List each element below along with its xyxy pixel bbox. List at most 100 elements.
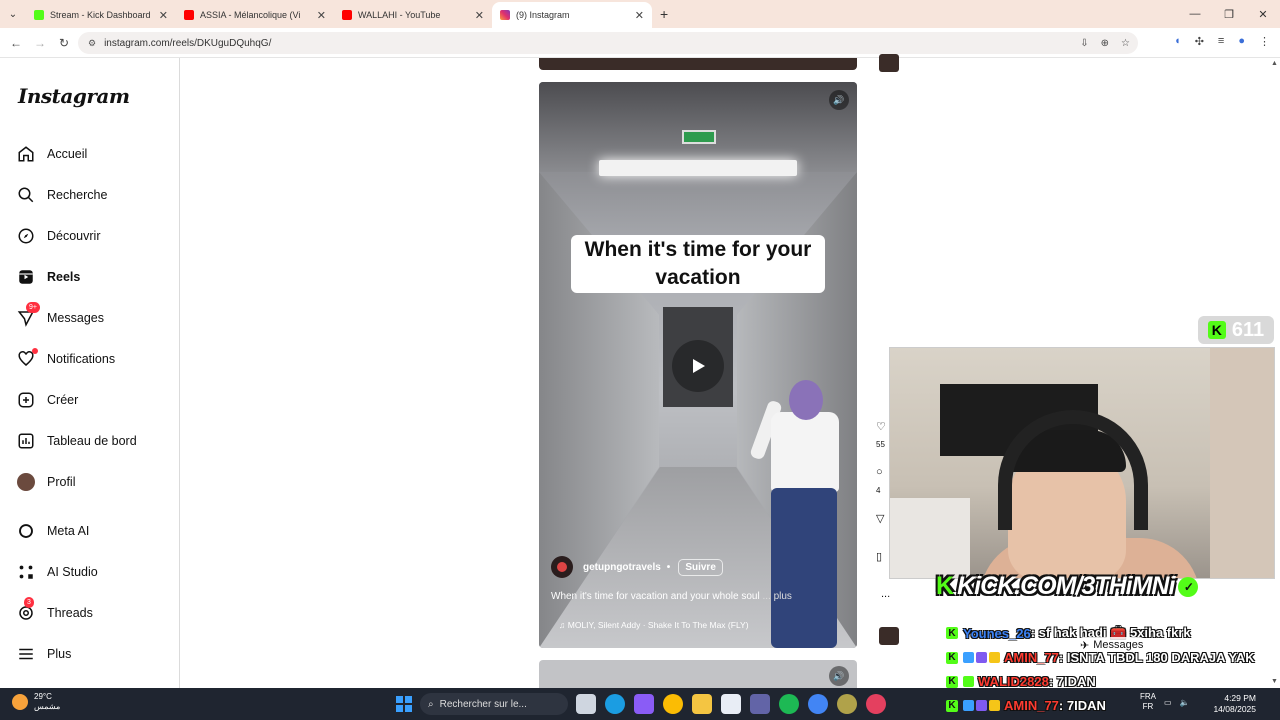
- sidebar-item-meta-ai[interactable]: Meta AI: [16, 519, 89, 543]
- close-tab-icon[interactable]: ✕: [317, 9, 326, 22]
- address-bar[interactable]: ⚙ instagram.com/reels/DKUguDQuhqG/ ⇩ ⊕ ☆: [78, 32, 1138, 54]
- copilot-icon[interactable]: [634, 694, 654, 714]
- chrome-icon[interactable]: [663, 694, 683, 714]
- restore-icon[interactable]: ❐: [1212, 0, 1246, 28]
- scroll-down-icon[interactable]: ▼: [1271, 678, 1278, 685]
- sidebar-item-messages[interactable]: 9+ Messages: [16, 302, 104, 330]
- sidebar-item-decouvrir[interactable]: Découvrir: [16, 224, 101, 248]
- instagram-logo[interactable]: Instagram: [18, 84, 130, 108]
- page-scrollbar[interactable]: ▲ ▼: [1270, 58, 1280, 688]
- sidebar-item-ai-studio[interactable]: AI Studio: [16, 560, 98, 584]
- sidebar-item-threads[interactable]: 3 Threads: [16, 597, 93, 625]
- store-icon[interactable]: [721, 694, 741, 714]
- forward-icon[interactable]: →: [28, 36, 52, 50]
- windows-start-icon[interactable]: [396, 696, 412, 712]
- reel-video[interactable]: When it's time for your vacation 🔊 getup…: [539, 82, 857, 648]
- app-icon[interactable]: [866, 694, 886, 714]
- plus-square-icon: [16, 390, 36, 410]
- audio-thumbnail[interactable]: [879, 627, 899, 645]
- browser-tab-instagram[interactable]: (9) Instagram ✕: [492, 2, 652, 28]
- reels-icon: [16, 267, 36, 287]
- sidebar-item-notifications[interactable]: Notifications: [16, 347, 115, 371]
- comment-count: 4: [876, 486, 881, 495]
- browser-menu-icon[interactable]: ⋮: [1259, 35, 1270, 48]
- install-app-icon[interactable]: ⇩: [1080, 38, 1088, 49]
- heart-icon: ♡: [876, 421, 886, 433]
- viewer-count: 611: [1231, 318, 1265, 341]
- sidebar-item-creer[interactable]: Créer: [16, 388, 78, 412]
- instagram-favicon-icon: [500, 10, 510, 20]
- more-link[interactable]: ... plus: [762, 591, 791, 602]
- previous-reel[interactable]: [539, 58, 857, 70]
- app-icon[interactable]: [837, 694, 857, 714]
- new-tab-icon[interactable]: +: [660, 6, 668, 22]
- follow-button[interactable]: Suivre: [678, 558, 723, 576]
- edge-icon[interactable]: [605, 694, 625, 714]
- reel-music[interactable]: ♫ MOLIY, Silent Addy · Shake It To The M…: [559, 620, 749, 630]
- scroll-up-icon[interactable]: ▲: [1271, 60, 1278, 67]
- sound-toggle-icon[interactable]: 🔊: [829, 666, 849, 686]
- reload-icon[interactable]: ↻: [52, 36, 76, 50]
- author-avatar[interactable]: [551, 556, 573, 578]
- share-button[interactable]: ▽: [876, 512, 884, 525]
- teams-icon[interactable]: [750, 694, 770, 714]
- network-icon[interactable]: ▭: [1164, 698, 1172, 707]
- spotify-icon[interactable]: [779, 694, 799, 714]
- play-icon[interactable]: [672, 340, 724, 392]
- more-options-button[interactable]: ...: [881, 588, 890, 600]
- sidebar-item-label: Plus: [47, 647, 72, 661]
- window-controls: — ❐ ✕: [1178, 0, 1280, 28]
- chrome-active-icon[interactable]: [808, 694, 828, 714]
- temperature: 29°C: [34, 692, 52, 701]
- close-window-icon[interactable]: ✕: [1246, 0, 1280, 28]
- save-button[interactable]: ▯: [876, 550, 882, 563]
- file-explorer-icon[interactable]: [692, 694, 712, 714]
- tab-search-chevron-icon[interactable]: ⌄: [0, 0, 26, 28]
- close-tab-icon[interactable]: ✕: [635, 9, 644, 22]
- profile-avatar-icon[interactable]: ●: [1238, 35, 1245, 48]
- kick-logo-icon: K: [1207, 321, 1226, 339]
- close-tab-icon[interactable]: ✕: [475, 9, 484, 22]
- sidebar-item-label: Threads: [47, 606, 93, 620]
- weather-label: مشمس: [34, 702, 61, 711]
- bookmark-icon: ▯: [876, 551, 883, 563]
- taskbar-clock[interactable]: 4:29 PM 14/08/2025: [1213, 693, 1256, 715]
- sidebar-item-accueil[interactable]: Accueil: [16, 142, 87, 166]
- site-info-icon[interactable]: ⚙: [88, 38, 96, 49]
- taskbar-search[interactable]: ⌕ Rechercher sur le...: [420, 693, 568, 715]
- sidebar-item-profil[interactable]: Profil: [16, 470, 75, 494]
- browser-tab-assia[interactable]: ASSIA - Mélancolique (Visu ✕: [176, 2, 334, 28]
- back-icon[interactable]: ←: [4, 36, 28, 50]
- comment-button[interactable]: ○: [876, 466, 883, 478]
- reading-list-icon[interactable]: ≡: [1218, 35, 1224, 48]
- volume-icon[interactable]: 🔈: [1180, 698, 1190, 707]
- reel-author-avatar[interactable]: [879, 54, 899, 72]
- browser-tab-strip: ⌄ Stream - Kick Dashboard ✕ ASSIA - Méla…: [0, 0, 1280, 28]
- sidebar-item-recherche[interactable]: Recherche: [16, 183, 107, 207]
- next-reel[interactable]: 🔊: [539, 660, 857, 688]
- language-indicator[interactable]: FRA FR: [1140, 692, 1156, 712]
- sidebar-item-label: Accueil: [47, 147, 88, 161]
- extension-icon[interactable]: ◖: [1174, 35, 1181, 48]
- sidebar-item-plus[interactable]: Plus: [16, 642, 71, 666]
- like-button[interactable]: ♡: [876, 420, 886, 433]
- browser-tab-kick[interactable]: Stream - Kick Dashboard ✕: [26, 2, 176, 28]
- extensions-puzzle-icon[interactable]: ✣: [1195, 35, 1204, 48]
- weather-widget[interactable]: 29°C مشمس: [12, 692, 60, 712]
- sidebar-item-reels[interactable]: Reels: [16, 265, 80, 289]
- task-view-icon[interactable]: [576, 694, 596, 714]
- browser-tab-wallahi[interactable]: WALLAHI - YouTube ✕: [334, 2, 492, 28]
- kick-logo-icon: K: [946, 675, 958, 688]
- chat-badges: [963, 700, 1000, 711]
- minimize-icon[interactable]: —: [1178, 0, 1212, 28]
- sound-toggle-icon[interactable]: 🔊: [829, 90, 849, 110]
- bookmark-star-icon[interactable]: ☆: [1121, 38, 1130, 49]
- chat-text: : 7IDAN: [1048, 674, 1096, 689]
- sidebar-item-tableau-de-bord[interactable]: Tableau de bord: [16, 429, 137, 453]
- close-tab-icon[interactable]: ✕: [159, 9, 168, 22]
- zoom-icon[interactable]: ⊕: [1101, 38, 1109, 49]
- sun-icon: [12, 694, 28, 710]
- kick-logo-icon: K: [946, 699, 958, 712]
- chat-text: : 7IDAN: [1058, 698, 1106, 713]
- author-username[interactable]: getupngotravels: [583, 562, 661, 573]
